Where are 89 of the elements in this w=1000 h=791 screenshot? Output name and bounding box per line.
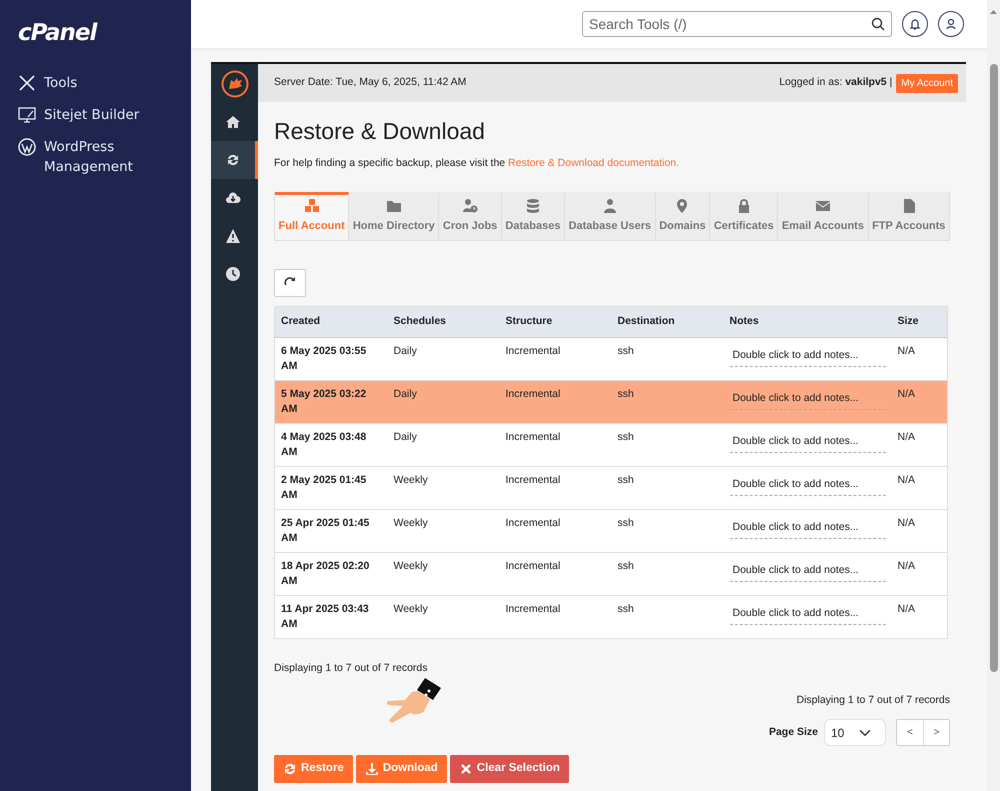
logo: cPanel [18,22,96,45]
user-icon [602,198,618,214]
column-header[interactable]: Size [892,306,948,338]
refresh-button[interactable] [274,269,306,298]
table-row[interactable]: 25 Apr 2025 01:45 AM Weekly Incremental ssh Double click to add notes... N/A [274,510,948,553]
table-cell: Incremental [500,338,612,381]
column-header[interactable]: Structure [500,306,612,338]
table-row[interactable]: 2 May 2025 01:45 AM Weekly Incremental ssh Double click to add notes... N/A [274,466,948,510]
nav-item[interactable] [211,141,258,179]
page-title: Restore & Download [274,118,486,146]
bell-icon [909,18,921,30]
database-icon [524,198,541,214]
table-cell: N/A [892,596,948,639]
table-cell: Daily [388,338,500,381]
table-cell: 2 May 2025 01:45 AM [274,466,388,510]
sidebar-item[interactable]: Sitejet Builder [18,105,191,125]
monitor-icon [18,106,36,124]
next-page-button[interactable]: > [923,720,949,746]
column-header[interactable]: Schedules [388,306,500,338]
logged-in-text: Logged in as: vakilpv5 | [779,75,892,90]
table-cell: Weekly [388,596,500,639]
page-size-label: Page Size [768,724,818,740]
refresh-icon [283,762,297,776]
table-cell: Incremental [500,510,612,553]
table-cell: ssh [612,596,724,639]
boxes-icon [304,198,320,214]
table-cell: 6 May 2025 03:55 AM [274,338,388,381]
page-size-select[interactable]: 10 [824,719,886,746]
sidebar-item[interactable]: Tools [18,73,191,93]
search-field[interactable]: Search Tools (/) [582,11,892,37]
table-cell: ssh [612,552,724,596]
table-cell: N/A [892,424,948,467]
table-cell: Incremental [500,380,612,424]
table-cell: 25 Apr 2025 01:45 AM [274,510,388,553]
table-cell: N/A [892,466,948,510]
scrollbar[interactable] [987,0,1000,791]
sidebar-item[interactable]: WordPress Management [18,137,191,177]
help-text: For help finding a specific backup, please visit the Restore & Download documentation. [274,156,680,171]
table-cell: ssh [612,338,724,381]
table-cell: Incremental [500,466,612,510]
table-cell: Incremental [500,596,612,639]
table-row[interactable]: 18 Apr 2025 02:20 AM Weekly Incremental ssh Double click to add notes... N/A [274,552,948,596]
notifications-button[interactable] [902,11,928,37]
table-cell: ssh [612,380,724,424]
user-clock-icon [462,198,478,214]
clock-icon [225,266,241,282]
table-cell: 18 Apr 2025 02:20 AM [274,552,388,596]
scrollbar-thumb[interactable] [990,64,998,672]
column-header[interactable]: Destination [612,306,724,338]
home-icon [225,114,241,130]
records-count: Displaying 1 to 7 out of 7 records [796,694,950,706]
download-icon [364,762,379,776]
user-icon [945,18,957,30]
table-cell: Weekly [388,552,500,596]
table-row[interactable]: 4 May 2025 03:48 AM Daily Incremental ssh Double click to add notes... N/A [274,424,948,467]
table-cell: 11 Apr 2025 03:43 AM [274,596,388,639]
cloud-download-icon [225,190,241,206]
column-header[interactable]: Created [274,306,388,338]
close-icon [458,762,473,776]
warning-icon [225,228,241,244]
table-cell: Daily [388,424,500,467]
table-cell: ssh [612,424,724,467]
table-cell: Weekly [388,466,500,510]
table-cell: ssh [612,510,724,553]
records-count: Displaying 1 to 7 out of 7 records [274,661,428,676]
tab[interactable]: Domains [656,192,710,240]
table-cell: Incremental [500,424,612,467]
table-cell: ssh [612,466,724,510]
clear-selection-button[interactable]: Clear Selection [450,755,569,784]
table-cell: N/A [892,552,948,596]
table-cell: N/A [892,338,948,381]
table-row[interactable]: 6 May 2025 03:55 AM Daily Incremental ssh Double click to add notes... N/A [274,338,948,381]
user-button[interactable] [938,11,964,37]
table-cell: Incremental [500,552,612,596]
column-header[interactable]: Notes [724,306,892,338]
server-date: Server Date: Tue, May 6, 2025, 11:42 AM [274,75,466,90]
table-cell: 5 May 2025 03:22 AM [274,380,388,424]
table-cell: 4 May 2025 03:48 AM [274,424,388,467]
table-cell: Weekly [388,510,500,553]
wordpress-icon [18,138,36,156]
table-cell: Daily [388,380,500,424]
table-row[interactable]: 11 Apr 2025 03:43 AM Weekly Incremental ssh Double click to add notes... N/A [274,596,948,639]
refresh-icon [225,152,241,168]
table-cell: N/A [892,380,948,424]
table-cell: N/A [892,510,948,553]
table-row[interactable]: 5 May 2025 03:22 AM Daily Incremental ssh Double click to add notes... N/A [274,380,948,424]
search-icon [871,17,885,31]
mascot-logo-icon [220,70,248,98]
tools-icon [18,74,36,92]
